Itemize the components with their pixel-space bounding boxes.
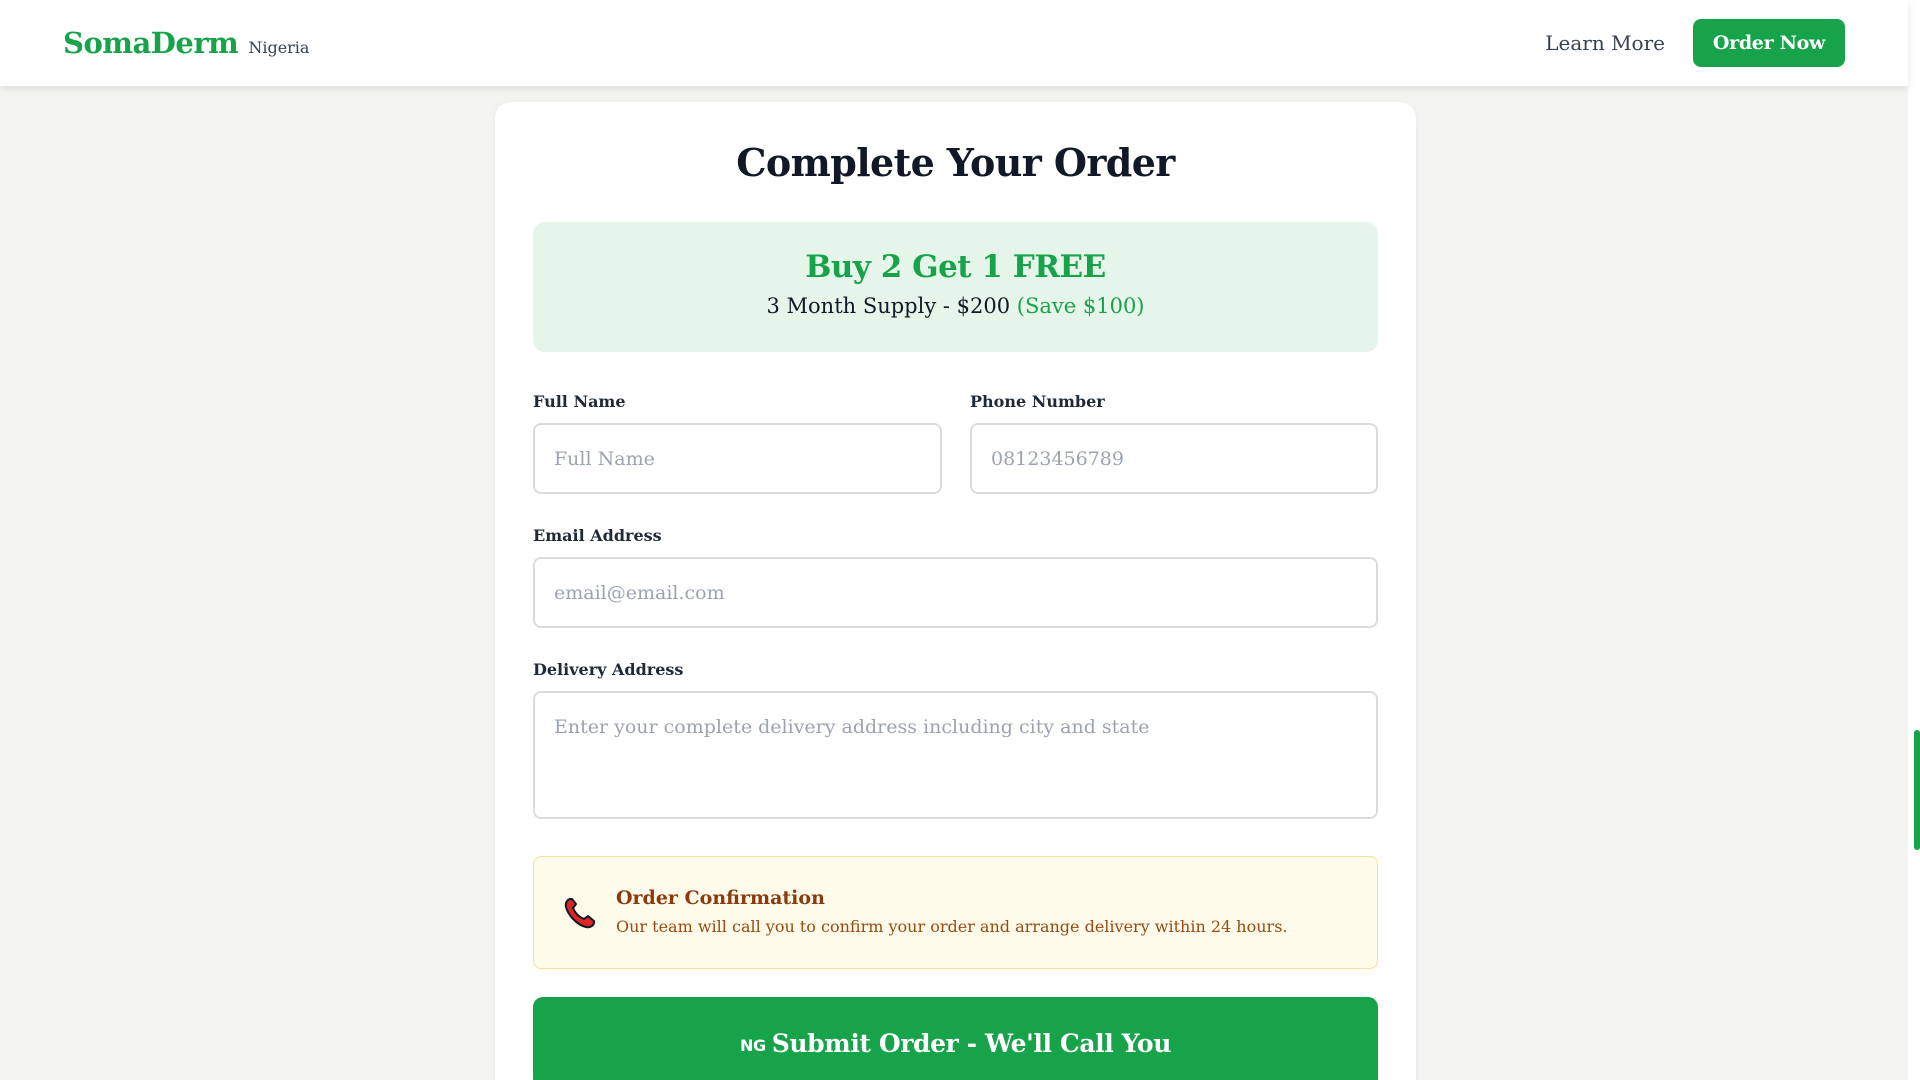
offer-title: Buy 2 Get 1 FREE (805, 249, 1106, 285)
offer-banner: Buy 2 Get 1 FREE 3 Month Supply - $200 (… (533, 222, 1378, 352)
scrollbar-thumb[interactable] (1914, 730, 1920, 850)
learn-more-link[interactable]: Learn More (1545, 31, 1665, 55)
notice-title: Order Confirmation (616, 887, 825, 909)
page-title: Complete Your Order (736, 140, 1175, 185)
email-input[interactable] (533, 557, 1378, 628)
order-confirmation-notice: Order Confirmation Our team will call yo… (533, 856, 1378, 969)
phone-label: Phone Number (970, 392, 1105, 411)
order-now-button[interactable]: Order Now (1693, 19, 1845, 67)
delivery-address-label: Delivery Address (533, 660, 684, 679)
order-form-card: Complete Your Order Buy 2 Get 1 FREE 3 M… (495, 102, 1416, 1080)
submit-order-label: Submit Order - We'll Call You (771, 1028, 1172, 1058)
full-name-input[interactable] (533, 423, 942, 494)
submit-order-button[interactable]: NG Submit Order - We'll Call You (533, 997, 1378, 1080)
brand-logo[interactable]: SomaDerm (63, 26, 239, 60)
offer-savings: (Save $100) (1016, 294, 1145, 318)
offer-price: 3 Month Supply - $200 (766, 294, 1011, 318)
brand[interactable]: SomaDerm Nigeria (63, 26, 309, 60)
email-label: Email Address (533, 526, 662, 545)
phone-icon (564, 898, 595, 929)
phone-input[interactable] (970, 423, 1378, 494)
full-name-label: Full Name (533, 392, 626, 411)
delivery-address-input[interactable] (533, 691, 1378, 819)
brand-region: Nigeria (248, 38, 310, 57)
offer-subtitle: 3 Month Supply - $200 (Save $100) (533, 294, 1378, 318)
notice-text: Our team will call you to confirm your o… (616, 917, 1288, 936)
nigeria-flag-icon: NG (740, 1035, 766, 1055)
scrollbar-track[interactable] (1908, 0, 1920, 1080)
site-header: SomaDerm Nigeria Learn More Order Now (0, 0, 1908, 86)
